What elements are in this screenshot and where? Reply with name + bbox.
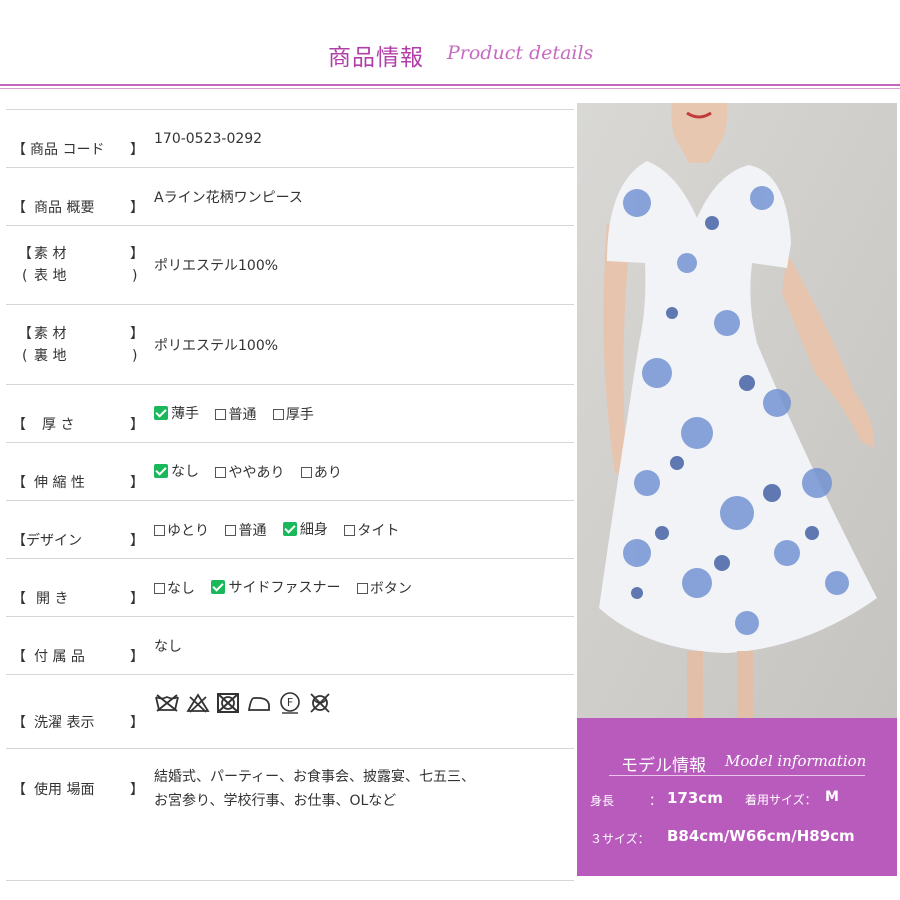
option-yes: あり [300,462,342,482]
header-divider [0,84,900,86]
iron-low-icon [247,697,270,711]
row-opening: 【 開 き 】 なし サイドファスナー ボタン [6,558,574,616]
product-photo [577,103,897,718]
row-washing: 【 洗濯 表示 】 F [6,674,574,748]
unchecked-icon [215,466,227,478]
three-size-label: ３サイズ： [590,832,650,846]
header: 商品情報 Product details [0,0,900,89]
row-thickness: 【 厚 さ 】 薄手 普通 厚手 [6,384,574,442]
no-tumble-dry-icon [217,693,239,713]
checked-icon [154,463,168,478]
size-value: M [825,789,839,805]
checked-icon [211,579,226,594]
model-info-title-english: Model information [725,752,867,770]
no-wash-icon [155,694,179,712]
row-accessories: 【 付 属 品 】 なし [6,616,574,674]
height-value: 173cm [667,789,723,807]
checked-icon [282,521,297,536]
label-material-lining: 【素 材】 (裏 地) [18,325,144,364]
value-product-code: 170-0523-0292 [154,130,263,147]
option-thin: 薄手 [154,403,199,423]
row-material-lining: 【素 材】 (裏 地) ポリエステル100% [6,304,574,384]
option-relaxed: ゆとり [154,520,209,540]
row-product-code: 【 商品 コード 】 170-0523-0292 [6,109,574,167]
product-spec-table: 【 商品 コード 】 170-0523-0292 【 商品 概要 】 Aライン花… [6,109,574,881]
row-material-outer: 【素 材】 (表 地) ポリエステル100% [6,225,574,304]
unchecked-icon [300,466,312,478]
row-product-summary: 【 商品 概要 】 Aライン花柄ワンピース [6,167,574,225]
unchecked-icon [154,582,165,594]
option-regular: 普通 [225,520,266,540]
usage-line-2: お宮参り、学校行事、お仕事、OLなど [154,793,397,809]
value-thickness: 薄手 普通 厚手 [154,403,326,425]
checked-icon [154,405,168,420]
value-accessories: なし [154,638,182,655]
size-label: 着用サイズ： [745,793,817,807]
option-normal: 普通 [215,404,256,424]
height-colon: ： [649,794,663,809]
dry-clean-f-icon: F [280,692,300,714]
row-stretch: 【 伸 縮 性 】 なし ややあり あり [6,442,574,500]
option-tight: タイト [344,520,399,540]
usage-line-1: 結婚式、パーティー、お食事会、披露宴、七五三、 [154,769,476,785]
value-usage: 結婚式、パーティー、お食事会、披露宴、七五三、 お宮参り、学校行事、お仕事、OL… [154,765,475,813]
option-slight: ややあり [215,462,284,482]
unchecked-icon [215,408,227,420]
unchecked-icon [225,524,237,536]
label-material-outer: 【素 材】 (表 地) [18,246,144,284]
no-wring-icon [310,693,330,713]
value-material-outer: ポリエステル100% [154,258,279,274]
page-title: 商品情報 [328,45,424,71]
unchecked-icon [344,524,356,536]
unchecked-icon [356,582,368,594]
option-slim: 細身 [282,519,328,539]
height-label: 身長 [590,794,615,808]
option-side-zipper: サイドファスナー [211,577,340,597]
svg-text:F: F [287,696,293,709]
model-info-divider [609,775,865,776]
value-product-summary: Aライン花柄ワンピース [154,189,303,206]
unchecked-icon [272,408,284,420]
header-divider-thin [0,88,900,89]
model-info-title: モデル情報 [621,756,706,776]
row-usage: 【 使用 場面 】 結婚式、パーティー、お食事会、披露宴、七五三、 お宮参り、学… [6,748,574,881]
option-button: ボタン [356,578,412,598]
option-none: なし [154,578,195,598]
page-title-english: Product details [447,42,594,64]
no-bleach-icon [186,693,210,713]
row-design: 【 デザイン 】 ゆとり 普通 細身 タイト [6,500,574,558]
value-opening: なし サイドファスナー ボタン [154,577,424,599]
value-design: ゆとり 普通 細身 タイト [154,519,411,541]
value-washing: F [154,691,332,715]
model-wearing-dress-image [577,103,897,718]
model-info-panel: モデル情報 Model information 身長 ： 173cm 着用サイズ… [577,718,897,876]
option-thick: 厚手 [272,404,314,424]
three-size-value: B84cm/W66cm/H89cm [667,827,855,845]
value-material-lining: ポリエステル100% [154,337,279,354]
option-none: なし [154,461,199,481]
value-stretch: なし ややあり あり [154,461,354,483]
unchecked-icon [154,524,165,536]
